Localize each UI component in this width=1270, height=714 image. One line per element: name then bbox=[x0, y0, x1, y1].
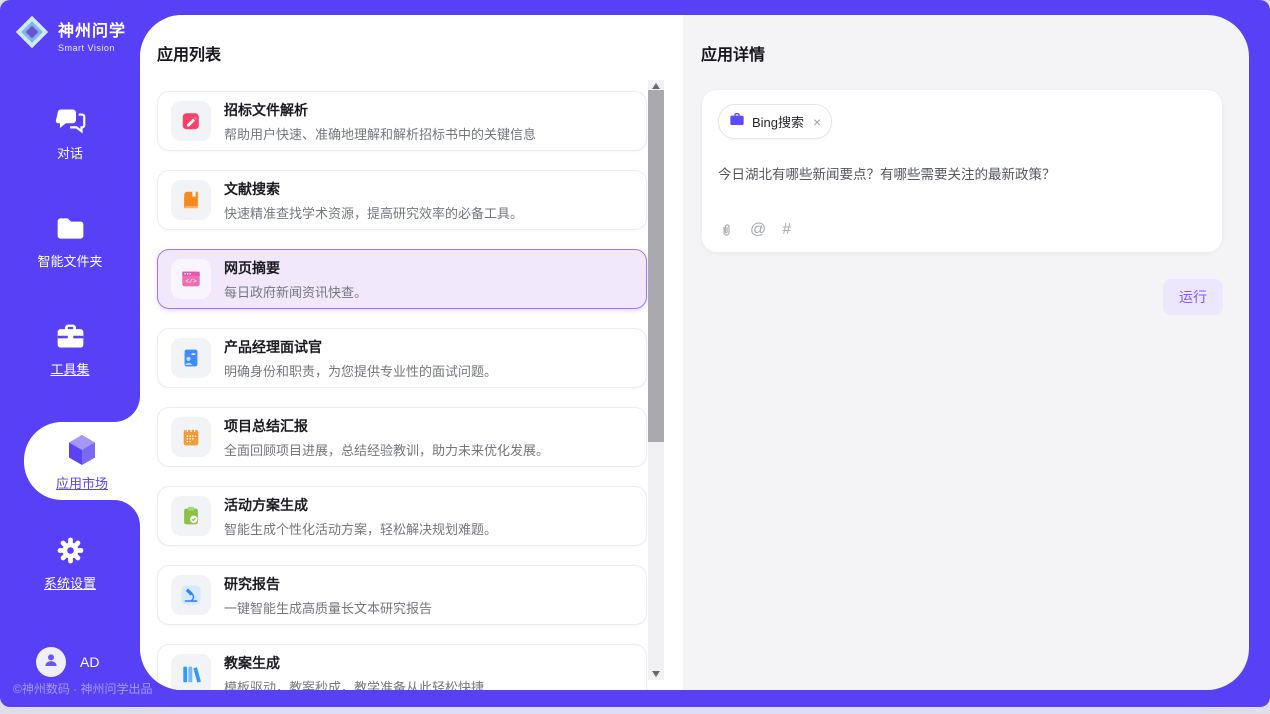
app-card[interactable]: 招标文件解析 帮助用户快速、准确地理解和解析招标书中的关键信息 bbox=[157, 91, 647, 151]
svg-text:</>: </> bbox=[185, 278, 197, 285]
avatar[interactable] bbox=[36, 647, 66, 677]
content-area: 应用列表 招标文件解析 帮助用户快速、准确地理解和解析招标书中的关键信息 文献搜… bbox=[140, 15, 1249, 690]
gear-icon bbox=[54, 531, 87, 569]
triangle-down-icon bbox=[652, 671, 660, 677]
app-window: 神州问学 Smart Vision 对话 智能文件夹 工具集 应用市场 系统设置 bbox=[0, 0, 1270, 707]
app-card[interactable]: 文献搜索 快速精准查找学术资源，提高研究效率的必备工具。 bbox=[157, 170, 647, 230]
user-avatar-icon bbox=[42, 651, 60, 674]
app-card-title: 网页摘要 bbox=[224, 258, 367, 278]
paperclip-icon[interactable] bbox=[719, 221, 734, 239]
notepad-icon bbox=[171, 417, 211, 457]
webpage-code-icon: </> bbox=[171, 259, 211, 299]
chat-icon bbox=[54, 101, 87, 139]
mention-icon[interactable]: @ bbox=[750, 221, 766, 239]
app-card-title: 项目总结汇报 bbox=[224, 416, 549, 436]
prompt-input-card[interactable]: Bing搜索 × 今日湖北有哪些新闻要点？有哪些需要关注的最新政策？ @# bbox=[701, 89, 1223, 253]
toolbox-icon bbox=[54, 317, 87, 355]
app-card-description: 全面回顾项目进展，总结经验教训，助力未来优化发展。 bbox=[224, 440, 549, 459]
app-card[interactable]: 项目总结汇报 全面回顾项目进展，总结经验教训，助力未来优化发展。 bbox=[157, 407, 647, 467]
books-icon bbox=[171, 654, 211, 690]
briefcase-icon bbox=[729, 111, 745, 132]
app-card[interactable]: 研究报告 一键智能生成高质量长文本研究报告 bbox=[157, 565, 647, 625]
scrollbar-track[interactable] bbox=[648, 80, 664, 680]
sidebar-item-toolset[interactable]: 工具集 bbox=[0, 317, 140, 387]
scrollbar-thumb[interactable] bbox=[648, 90, 664, 442]
triangle-up-icon bbox=[652, 83, 660, 89]
scroll-down-button[interactable] bbox=[648, 668, 664, 680]
sidebar-item-chat[interactable]: 对话 bbox=[0, 101, 140, 171]
app-card[interactable]: 产品经理面试官 明确身份和职责，为您提供专业性的面试问题。 bbox=[157, 328, 647, 388]
app-list-title: 应用列表 bbox=[157, 41, 683, 65]
app-card-description: 智能生成个性化活动方案，轻松解决规划难题。 bbox=[224, 519, 497, 538]
app-card[interactable]: </> 网页摘要 每日政府新闻资讯快查。 bbox=[157, 249, 647, 309]
app-card-description: 快速精准查找学术资源，提高研究效率的必备工具。 bbox=[224, 203, 523, 222]
app-card-description: 每日政府新闻资讯快查。 bbox=[224, 282, 367, 301]
sidebar-item-app-market-label: 应用市场 bbox=[56, 473, 108, 492]
app-list: 招标文件解析 帮助用户快速、准确地理解和解析招标书中的关键信息 文献搜索 快速精… bbox=[157, 91, 647, 690]
run-button[interactable]: 运行 bbox=[1163, 279, 1223, 315]
close-icon[interactable]: × bbox=[813, 115, 821, 129]
app-detail-panel: 应用详情 Bing搜索 × 今日湖北有哪些新闻要点？有哪些需要关注的最新政策？ … bbox=[683, 15, 1249, 690]
sidebar: 神州问学 Smart Vision 对话 智能文件夹 工具集 应用市场 系统设置 bbox=[0, 0, 140, 707]
microscope-icon bbox=[171, 575, 211, 615]
app-card-description: 模板驱动，教案秒成，教学准备从此轻松快捷 bbox=[224, 677, 484, 691]
book-icon bbox=[171, 180, 211, 220]
app-card[interactable]: 活动方案生成 智能生成个性化活动方案，轻松解决规划难题。 bbox=[157, 486, 647, 546]
app-card-description: 帮助用户快速、准确地理解和解析招标书中的关键信息 bbox=[224, 124, 536, 143]
user-menu[interactable]: AD bbox=[36, 647, 99, 677]
tool-tag-bing-search[interactable]: Bing搜索 × bbox=[718, 104, 832, 139]
resume-person-icon bbox=[171, 338, 211, 378]
bid-document-icon bbox=[171, 101, 211, 141]
sidebar-nav: 对话 智能文件夹 工具集 应用市场 系统设置 bbox=[0, 0, 140, 707]
app-card-title: 教案生成 bbox=[224, 653, 484, 673]
hash-icon[interactable]: # bbox=[782, 221, 791, 239]
query-text-input[interactable]: 今日湖北有哪些新闻要点？有哪些需要关注的最新政策？ bbox=[718, 163, 1206, 183]
app-card-title: 产品经理面试官 bbox=[224, 337, 497, 357]
sidebar-item-toolset-label: 工具集 bbox=[50, 359, 89, 378]
sidebar-item-settings[interactable]: 系统设置 bbox=[0, 531, 140, 601]
sidebar-item-smart-folders[interactable]: 智能文件夹 bbox=[0, 209, 140, 279]
app-card-description: 一键智能生成高质量长文本研究报告 bbox=[224, 598, 432, 617]
tool-tag-label: Bing搜索 bbox=[752, 112, 804, 131]
sidebar-item-app-market[interactable]: 应用市场 bbox=[24, 422, 140, 500]
app-card[interactable]: 教案生成 模板驱动，教案秒成，教学准备从此轻松快捷 bbox=[157, 644, 647, 690]
app-card-title: 招标文件解析 bbox=[224, 100, 536, 120]
app-list-panel: 应用列表 招标文件解析 帮助用户快速、准确地理解和解析招标书中的关键信息 文献搜… bbox=[140, 15, 683, 690]
active-tab-curve-top bbox=[114, 396, 140, 422]
cube-icon bbox=[64, 431, 100, 469]
app-card-title: 研究报告 bbox=[224, 574, 432, 594]
sidebar-item-smart-folders-label: 智能文件夹 bbox=[37, 251, 102, 270]
user-initials: AD bbox=[80, 654, 99, 670]
copyright-text: ©神州数码 · 神州问学出品 bbox=[13, 680, 153, 697]
active-tab-curve-bottom bbox=[114, 500, 140, 526]
input-toolbar: @# bbox=[719, 221, 791, 239]
app-detail-title: 应用详情 bbox=[701, 41, 1223, 65]
app-card-title: 文献搜索 bbox=[224, 179, 523, 199]
sidebar-item-chat-label: 对话 bbox=[57, 143, 83, 162]
clipboard-check-icon bbox=[171, 496, 211, 536]
folder-icon bbox=[54, 209, 87, 247]
app-card-title: 活动方案生成 bbox=[224, 495, 497, 515]
sidebar-item-settings-label: 系统设置 bbox=[44, 573, 96, 592]
app-card-description: 明确身份和职责，为您提供专业性的面试问题。 bbox=[224, 361, 497, 380]
